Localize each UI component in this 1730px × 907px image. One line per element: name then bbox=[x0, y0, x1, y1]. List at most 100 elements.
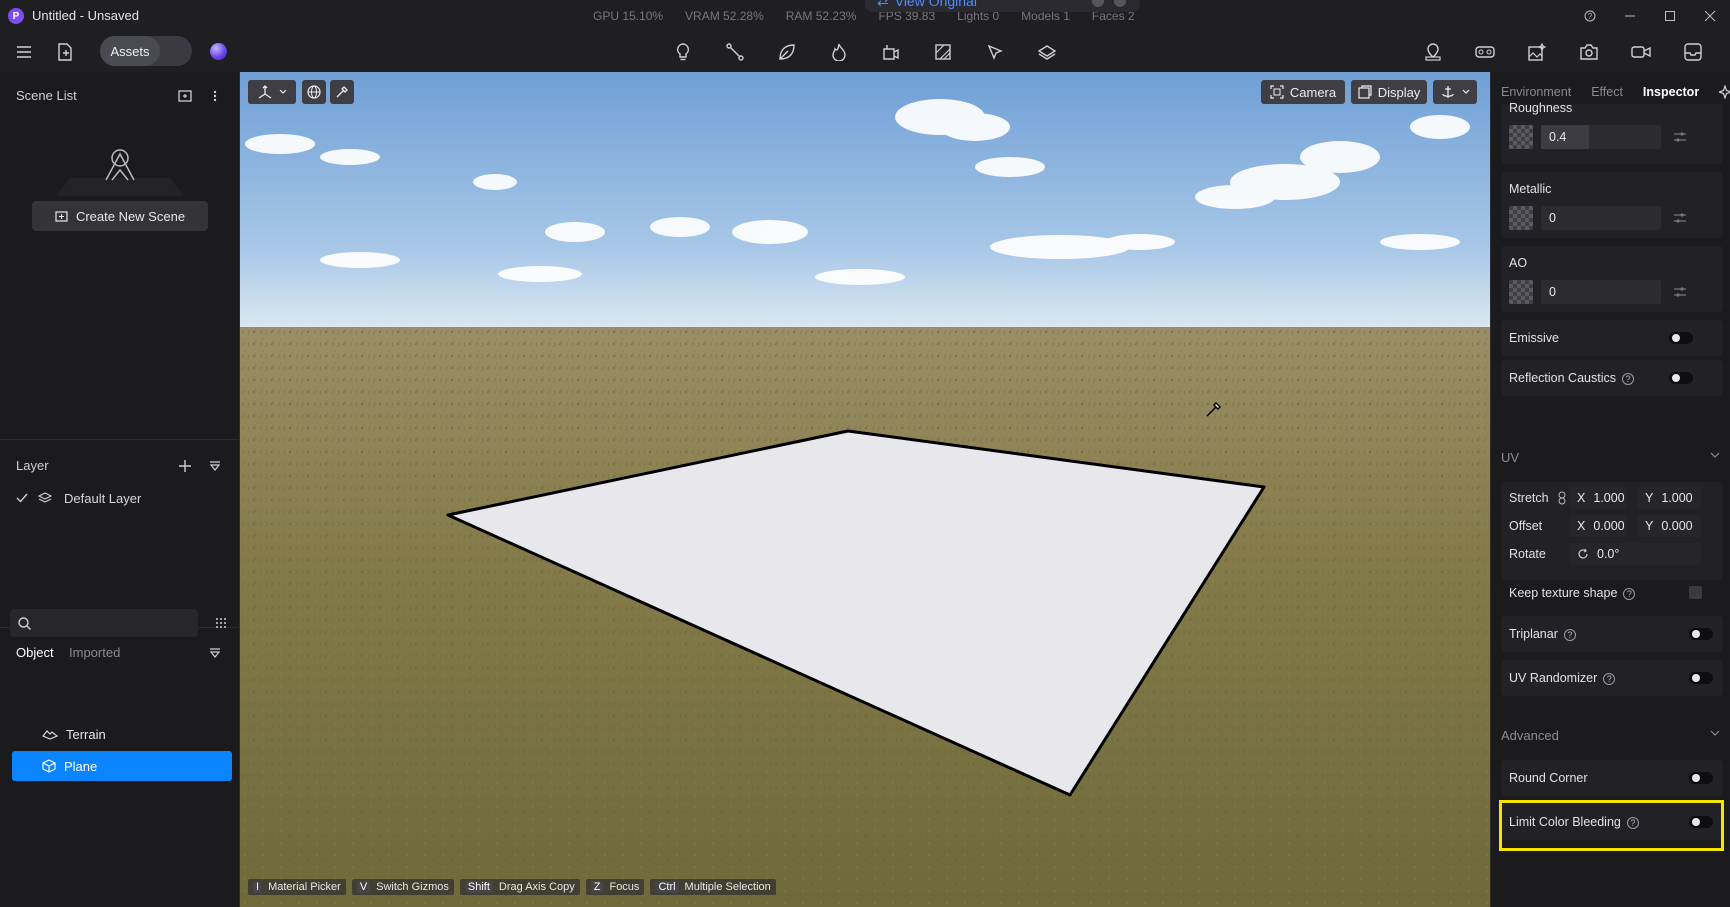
help-icon[interactable]: ? bbox=[1603, 672, 1616, 685]
image-sparkle-icon[interactable] bbox=[1522, 37, 1552, 67]
advanced-section-title[interactable]: Advanced bbox=[1501, 728, 1559, 743]
adjust-icon[interactable] bbox=[1673, 212, 1687, 224]
pen-select-icon[interactable] bbox=[980, 37, 1010, 67]
assets-button[interactable]: Assets bbox=[100, 36, 160, 66]
leaf-icon[interactable] bbox=[772, 37, 802, 67]
create-new-scene-button[interactable]: Create New Scene bbox=[32, 201, 208, 231]
material-picker-button[interactable] bbox=[330, 80, 354, 104]
roughness-texture-slot[interactable] bbox=[1509, 125, 1533, 149]
file-icon[interactable] bbox=[50, 37, 80, 67]
terrain-icon bbox=[42, 728, 58, 740]
stretch-y-input[interactable]: Y 1.000 bbox=[1637, 487, 1701, 509]
shortcut-key: Z bbox=[590, 881, 604, 893]
offset-x-input[interactable]: X 0.000 bbox=[1569, 515, 1627, 537]
object-search-input[interactable] bbox=[10, 609, 198, 637]
location-icon[interactable] bbox=[1418, 37, 1448, 67]
keep-texture-checkbox[interactable] bbox=[1689, 586, 1702, 599]
round-corner-toggle[interactable] bbox=[1689, 772, 1713, 784]
rotate-input[interactable]: 0.0° bbox=[1569, 543, 1701, 565]
metallic-input[interactable]: 0 bbox=[1541, 206, 1661, 230]
add-layer-icon[interactable] bbox=[170, 451, 200, 481]
menu-icon[interactable] bbox=[9, 37, 39, 67]
path-tool-icon[interactable] bbox=[720, 37, 750, 67]
tab-object[interactable]: Object bbox=[16, 645, 54, 660]
x-label: X bbox=[1577, 491, 1586, 505]
camera-button[interactable]: Camera bbox=[1261, 80, 1345, 104]
view-original-settings-icon[interactable] bbox=[1114, 0, 1126, 7]
light-bulb-icon[interactable] bbox=[668, 37, 698, 67]
object-label: Plane bbox=[64, 758, 98, 774]
help-icon[interactable]: ? bbox=[1622, 372, 1634, 385]
ai-orb-icon[interactable] bbox=[210, 43, 227, 60]
scene-render[interactable] bbox=[240, 72, 1490, 907]
adjust-icon[interactable] bbox=[1673, 131, 1687, 143]
check-icon[interactable] bbox=[16, 493, 28, 503]
fire-icon[interactable] bbox=[824, 37, 854, 67]
scene-add-icon bbox=[55, 210, 68, 222]
help-icon[interactable]: ? bbox=[1563, 628, 1576, 641]
chevron-down-icon[interactable] bbox=[1710, 452, 1720, 458]
minimize-icon[interactable] bbox=[1610, 0, 1650, 32]
help-icon[interactable]: ? bbox=[1623, 587, 1636, 600]
link-icon[interactable] bbox=[1557, 491, 1567, 505]
layer-row-default[interactable]: Default Layer bbox=[16, 486, 141, 510]
export-icon[interactable] bbox=[1678, 37, 1708, 67]
shortcut-key: V bbox=[356, 881, 371, 893]
stretch-label: Stretch bbox=[1509, 491, 1549, 505]
3d-viewport[interactable]: Camera Display I Material Picker V Switch … bbox=[240, 72, 1490, 907]
maximize-icon[interactable] bbox=[1650, 0, 1690, 32]
uv-randomizer-toggle[interactable] bbox=[1689, 672, 1713, 684]
scene-more-icon[interactable] bbox=[200, 81, 230, 111]
view-original-bar[interactable]: ⇄ View Original bbox=[865, 0, 1140, 12]
shortcut-item: V Switch Gizmos bbox=[351, 879, 454, 895]
display-button[interactable]: Display bbox=[1351, 80, 1427, 104]
grid-view-icon[interactable] bbox=[207, 609, 235, 637]
emissive-toggle[interactable] bbox=[1669, 332, 1693, 344]
tab-effect[interactable]: Effect bbox=[1581, 85, 1633, 99]
snap-button[interactable] bbox=[1433, 80, 1477, 104]
triplanar-toggle[interactable] bbox=[1689, 628, 1713, 640]
chevron-down-icon[interactable] bbox=[1710, 730, 1720, 736]
round-corner-label: Round Corner bbox=[1509, 771, 1588, 785]
stretch-x-input[interactable]: X 1.000 bbox=[1569, 487, 1627, 509]
display-icon bbox=[1358, 85, 1372, 99]
object-filter-icon[interactable] bbox=[200, 638, 230, 668]
camera-icon[interactable] bbox=[1574, 37, 1604, 67]
world-space-button[interactable] bbox=[302, 80, 326, 104]
y-label: Y bbox=[1645, 519, 1654, 533]
box-cut-icon[interactable] bbox=[876, 37, 906, 67]
stretch-y-value: 1.000 bbox=[1661, 491, 1693, 505]
reflection-caustics-toggle[interactable] bbox=[1669, 372, 1693, 384]
adjust-icon[interactable] bbox=[1673, 286, 1687, 298]
close-icon[interactable] bbox=[1690, 0, 1730, 32]
tab-environment[interactable]: Environment bbox=[1491, 85, 1581, 99]
layer-plane-icon[interactable] bbox=[1032, 37, 1062, 67]
help-icon[interactable]: ? bbox=[1570, 0, 1610, 32]
roughness-slider[interactable]: 0.4 bbox=[1541, 125, 1661, 149]
shortcut-key: Ctrl bbox=[655, 881, 679, 893]
ram-stat: RAM 52.23% bbox=[785, 9, 857, 23]
view-original-toggle-icon[interactable] bbox=[1092, 0, 1104, 7]
gizmo-mode-button[interactable] bbox=[248, 80, 296, 104]
ao-label: AO bbox=[1509, 256, 1528, 270]
uv-section-title[interactable]: UV bbox=[1501, 450, 1519, 465]
tab-imported[interactable]: Imported bbox=[69, 645, 120, 660]
object-row-terrain[interactable]: Terrain bbox=[12, 719, 232, 749]
texture-icon[interactable] bbox=[928, 37, 958, 67]
tab-inspector[interactable]: Inspector bbox=[1633, 85, 1709, 99]
roughness-label: Roughness bbox=[1509, 101, 1573, 115]
assets-toggle[interactable]: Assets bbox=[100, 36, 192, 66]
shortcut-item: Z Focus bbox=[585, 879, 645, 895]
layer-filter-icon[interactable] bbox=[200, 451, 230, 481]
video-icon[interactable] bbox=[1626, 37, 1656, 67]
add-scene-icon[interactable] bbox=[170, 81, 200, 111]
ai-sparkle-icon[interactable] bbox=[1719, 85, 1730, 99]
display-label: Display bbox=[1377, 84, 1421, 100]
metallic-texture-slot[interactable] bbox=[1509, 206, 1533, 230]
vr-icon[interactable] bbox=[1470, 37, 1500, 67]
offset-y-input[interactable]: Y 0.000 bbox=[1637, 515, 1701, 537]
ao-input[interactable]: 0 bbox=[1541, 280, 1661, 304]
object-row-plane[interactable]: Plane bbox=[12, 751, 232, 781]
ao-texture-slot[interactable] bbox=[1509, 280, 1533, 304]
reflection-caustics-row: Reflection Caustics? bbox=[1501, 360, 1723, 396]
